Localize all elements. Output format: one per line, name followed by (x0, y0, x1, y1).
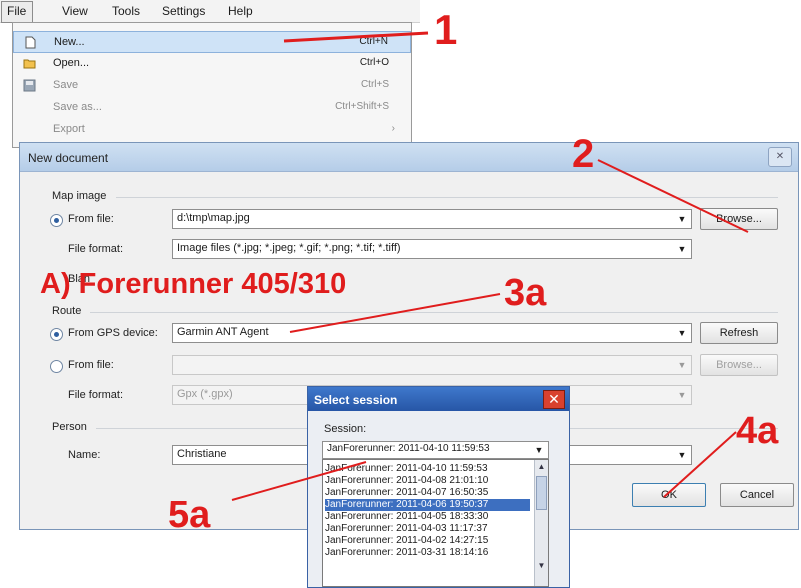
annotation-step-3a: 3a (504, 272, 547, 314)
annotation-heading: A) Forerunner 405/310 (40, 268, 347, 300)
annotation-step-2: 2 (572, 132, 595, 176)
arrow-step1 (283, 31, 429, 43)
arrow-step4a (663, 431, 737, 498)
arrow-step5a (231, 461, 367, 501)
arrow-step2 (597, 159, 749, 233)
annotation-step-5a: 5a (168, 494, 211, 536)
annotation-step-1: 1 (434, 6, 458, 53)
annotation-step-4a: 4a (736, 410, 779, 452)
